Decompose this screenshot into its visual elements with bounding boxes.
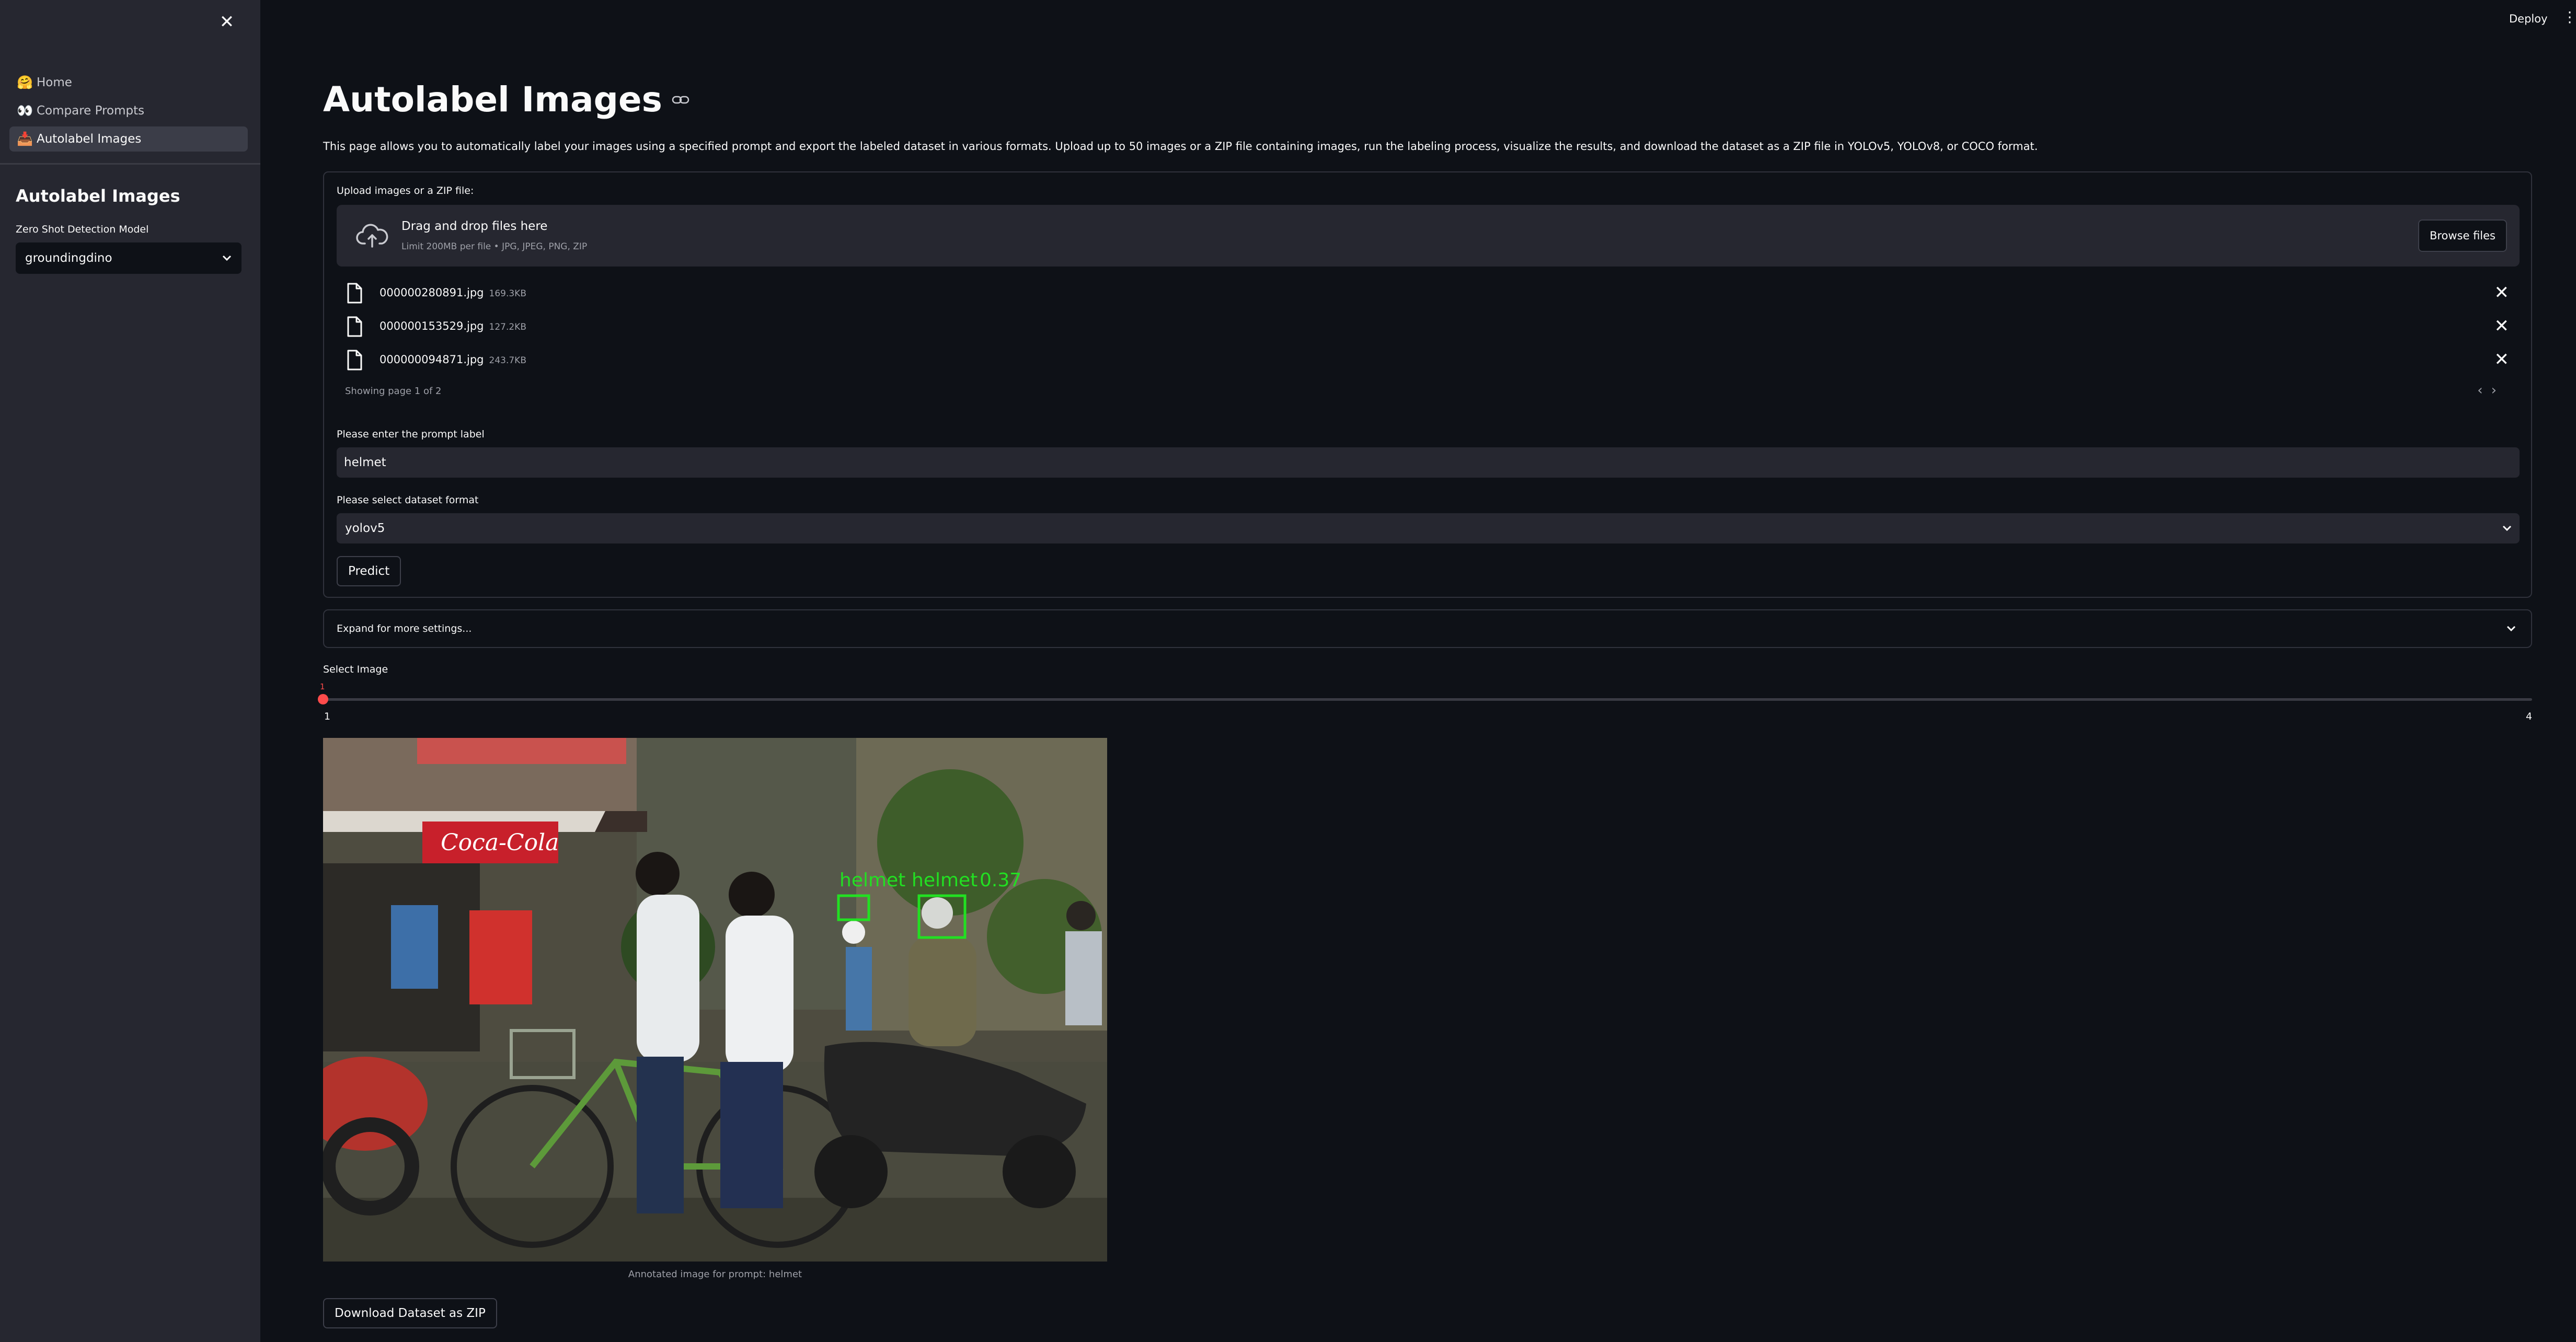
dropzone-instructions: Drag and drop files here xyxy=(401,219,548,233)
file-name-text: 000000094871.jpg xyxy=(380,353,484,366)
remove-file-icon[interactable]: ✕ xyxy=(2494,349,2510,370)
prompt-input-value: helmet xyxy=(344,456,386,469)
file-icon xyxy=(347,316,362,337)
file-name: 000000094871.jpg 243.7KB xyxy=(380,353,526,366)
deploy-button[interactable]: Deploy xyxy=(2509,13,2548,25)
browse-files-button[interactable]: Browse files xyxy=(2418,219,2507,252)
sidebar-item-label: Compare Prompts xyxy=(37,104,145,118)
cloud-upload-icon xyxy=(356,224,388,248)
page-description: This page allows you to automatically la… xyxy=(323,140,2038,153)
file-dropzone[interactable]: Drag and drop files here Limit 200MB per… xyxy=(337,205,2520,267)
remove-file-icon[interactable]: ✕ xyxy=(2494,316,2510,337)
format-select[interactable]: yolov5 xyxy=(337,513,2520,543)
predict-button[interactable]: Predict xyxy=(337,556,401,586)
file-name-text: 000000280891.jpg xyxy=(380,286,484,299)
close-sidebar-icon[interactable]: ✕ xyxy=(216,11,237,32)
main-menu-icon[interactable]: ⋮ xyxy=(2562,9,2576,25)
settings-expander[interactable]: Expand for more settings... xyxy=(323,609,2532,648)
sidebar-divider xyxy=(0,163,260,165)
annotated-image: Coca-Cola helmet helmet 0.37 xyxy=(323,738,1107,1262)
file-name: 000000280891.jpg 169.3KB xyxy=(380,286,526,299)
uploaded-file-row: 000000094871.jpg 243.7KB ✕ xyxy=(345,347,2509,373)
autolabel-form: Upload images or a ZIP file: Drag and dr… xyxy=(323,171,2532,598)
chevron-left-icon[interactable]: ‹ xyxy=(2477,383,2491,398)
image-slider-current-value: 1 xyxy=(320,682,325,691)
file-size: 243.7KB xyxy=(489,355,526,366)
eyes-icon: 👀 xyxy=(17,103,33,118)
remove-file-icon[interactable]: ✕ xyxy=(2494,282,2510,303)
detection-label: helmet xyxy=(840,870,905,891)
image-slider-min: 1 xyxy=(324,711,331,722)
prompt-input[interactable]: helmet xyxy=(337,447,2520,478)
uploader-pager: ‹› xyxy=(2477,383,2505,398)
detection-score: 0.37 xyxy=(980,870,1021,891)
model-select-label: Zero Shot Detection Model xyxy=(16,224,149,235)
image-caption: Annotated image for prompt: helmet xyxy=(628,1269,802,1280)
uploader-page-info: Showing page 1 of 2 xyxy=(345,386,442,397)
file-icon xyxy=(347,283,362,304)
sidebar-item-autolabel-images[interactable]: 📥 Autolabel Images xyxy=(9,126,248,152)
model-select-value: groundingdino xyxy=(25,251,112,265)
chevron-right-icon[interactable]: › xyxy=(2491,383,2505,398)
file-size: 169.3KB xyxy=(489,288,526,299)
coca-cola-sign-text: Coca-Cola xyxy=(441,829,559,856)
format-label: Please select dataset format xyxy=(337,494,479,506)
chevron-down-icon xyxy=(2506,626,2516,632)
uploader-label: Upload images or a ZIP file: xyxy=(337,185,474,196)
image-slider-max: 4 xyxy=(2526,711,2533,722)
sidebar-item-label: Home xyxy=(37,76,72,89)
chevron-down-icon xyxy=(222,255,232,261)
file-icon xyxy=(347,350,362,371)
prompt-label: Please enter the prompt label xyxy=(337,429,485,440)
model-select[interactable]: groundingdino xyxy=(16,242,242,274)
image-slider[interactable] xyxy=(318,694,2532,704)
image-slider-label: Select Image xyxy=(323,664,388,675)
sidebar-item-home[interactable]: 🤗 Home xyxy=(9,70,248,95)
hugging-face-icon: 🤗 xyxy=(17,75,33,90)
file-name-text: 000000153529.jpg xyxy=(380,320,484,332)
dropzone-limit: Limit 200MB per file • JPG, JPEG, PNG, Z… xyxy=(401,241,588,252)
download-dataset-button[interactable]: Download Dataset as ZIP xyxy=(323,1298,497,1328)
link-icon[interactable] xyxy=(672,95,689,105)
format-select-value: yolov5 xyxy=(345,522,385,535)
file-size: 127.2KB xyxy=(489,322,526,332)
uploaded-file-row: 000000280891.jpg 169.3KB ✕ xyxy=(345,280,2509,306)
annotated-image-drawing: Coca-Cola helmet helmet 0.37 xyxy=(323,738,1107,1262)
sidebar: ✕ 🤗 Home 👀 Compare Prompts 📥 Autolabel I… xyxy=(0,0,260,1342)
sidebar-item-label: Autolabel Images xyxy=(37,132,142,146)
sidebar-title: Autolabel Images xyxy=(16,186,180,206)
detection-label: helmet xyxy=(912,870,978,891)
sidebar-item-compare-prompts[interactable]: 👀 Compare Prompts xyxy=(9,98,248,123)
inbox-tray-icon: 📥 xyxy=(17,131,33,146)
uploaded-file-row: 000000153529.jpg 127.2KB ✕ xyxy=(345,314,2509,340)
page-title-text: Autolabel Images xyxy=(323,79,662,120)
page-title: Autolabel Images xyxy=(323,79,689,120)
chevron-down-icon xyxy=(2502,525,2512,531)
file-name: 000000153529.jpg 127.2KB xyxy=(380,320,526,332)
expander-label: Expand for more settings... xyxy=(337,623,472,634)
sidebar-nav: 🤗 Home 👀 Compare Prompts 📥 Autolabel Ima… xyxy=(9,70,248,155)
slider-handle[interactable] xyxy=(318,694,328,704)
